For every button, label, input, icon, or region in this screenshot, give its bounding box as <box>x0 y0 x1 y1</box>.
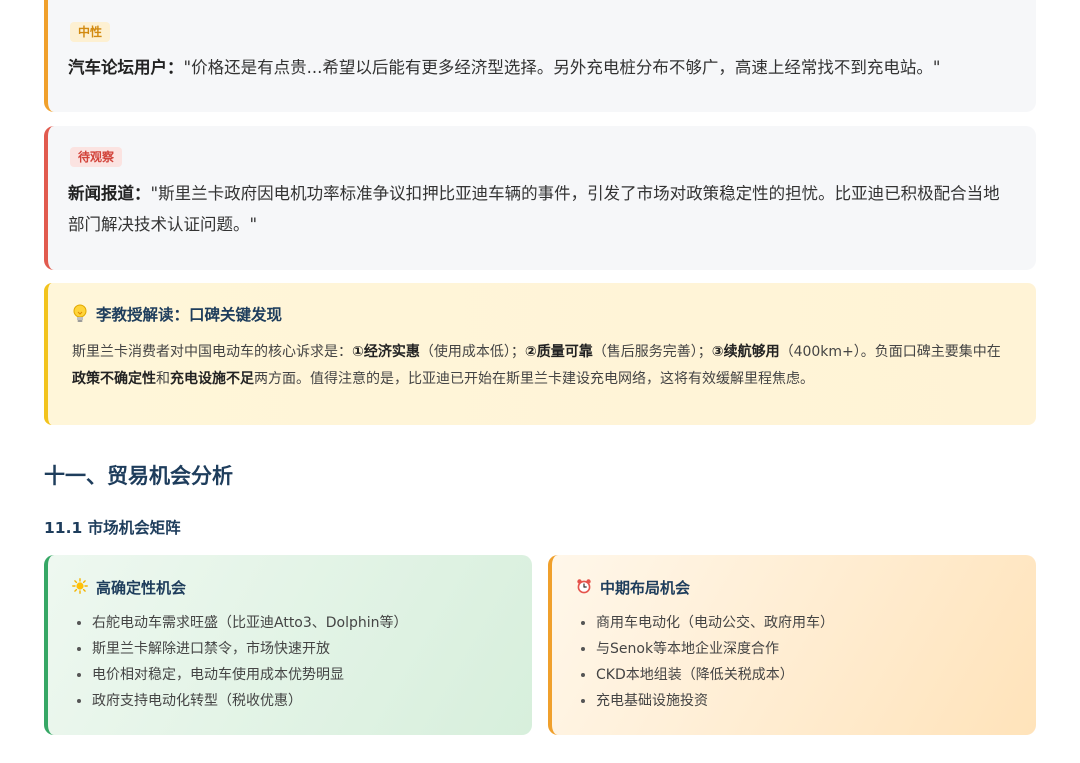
opportunity-title: 高确定性机会 <box>96 579 187 597</box>
list-item: 电价相对稳定，电动车使用成本优势明显 <box>92 662 408 688</box>
insight-keyword: 充电设施不足 <box>170 371 254 387</box>
insight-body: 斯里兰卡消费者对中国电动车的核心诉求是：①经济实惠（使用成本低）；②质量可靠（售… <box>72 339 1014 393</box>
sentiment-badge-neutral: 中性 <box>70 22 111 42</box>
list-item: 与Senok等本地企业深度合作 <box>596 636 834 662</box>
sentiment-badge-watch: 待观察 <box>70 147 123 167</box>
list-item: 政府支持电动化转型（税收优惠） <box>92 688 408 714</box>
list-item: 商用车电动化（电动公交、政府用车） <box>596 610 834 636</box>
insight-text: （售后服务完善）； <box>592 344 712 360</box>
insight-text: 和 <box>156 371 170 387</box>
quote-text: 汽车论坛用户："价格还是有点贵...希望以后能有更多经济型选择。另外充电桩分布不… <box>68 52 1014 83</box>
list-item: 斯里兰卡解除进口禁令，市场快速开放 <box>92 636 408 662</box>
insight-title: 李教授解读：口碑关键发现 <box>96 306 283 324</box>
insight-text: （使用成本低）； <box>419 344 525 360</box>
insight-keyword: 政策不确定性 <box>72 371 156 387</box>
opportunity-card-high: 高确定性机会 右舵电动车需求旺盛（比亚迪Atto3、Dolphin等） 斯里兰卡… <box>44 555 532 735</box>
insight-keyword: ①经济实惠 <box>352 344 420 360</box>
quote-source: 汽车论坛用户： <box>68 58 184 77</box>
quote-content: "价格还是有点贵...希望以后能有更多经济型选择。另外充电桩分布不够广，高速上经… <box>183 58 941 77</box>
opportunity-header: 高确定性机会 <box>72 577 186 598</box>
report-page: 中性 汽车论坛用户："价格还是有点贵...希望以后能有更多经济型选择。另外充电桩… <box>0 0 1080 763</box>
opportunity-title: 中期布局机会 <box>600 579 691 597</box>
opportunity-list: 商用车电动化（电动公交、政府用车） 与Senok等本地企业深度合作 CKD本地组… <box>576 610 834 714</box>
alarm-clock-icon <box>576 578 592 598</box>
list-item: 充电基础设施投资 <box>596 688 834 714</box>
list-item: CKD本地组装（降低关税成本） <box>596 662 834 688</box>
insight-text: 斯里兰卡消费者对中国电动车的核心诉求是： <box>72 344 352 360</box>
quote-source: 新闻报道： <box>68 184 151 203</box>
section-subtitle: 11.1 市场机会矩阵 <box>44 519 181 537</box>
expert-insight-box: 李教授解读：口碑关键发现 斯里兰卡消费者对中国电动车的核心诉求是：①经济实惠（使… <box>44 283 1036 425</box>
opportunity-card-mid: 中期布局机会 商用车电动化（电动公交、政府用车） 与Senok等本地企业深度合作… <box>548 555 1036 735</box>
insight-text: （400km+）。负面口碑主要集中在 <box>779 344 1001 360</box>
quote-card-watch: 待观察 新闻报道："斯里兰卡政府因电机功率标准争议扣押比亚迪车辆的事件，引发了市… <box>44 126 1036 270</box>
quote-card-neutral: 中性 汽车论坛用户："价格还是有点贵...希望以后能有更多经济型选择。另外充电桩… <box>44 0 1036 112</box>
opportunity-list: 右舵电动车需求旺盛（比亚迪Atto3、Dolphin等） 斯里兰卡解除进口禁令，… <box>72 610 408 714</box>
insight-keyword: ③续航够用 <box>711 344 780 360</box>
section-title: 十一、贸易机会分析 <box>44 464 233 488</box>
insight-text: 两方面。值得注意的是，比亚迪已开始在斯里兰卡建设充电网络，这将有效缓解里程焦虑。 <box>254 371 814 387</box>
sun-icon <box>72 577 88 598</box>
insight-keyword: ②质量可靠 <box>524 344 593 360</box>
opportunity-header: 中期布局机会 <box>576 577 690 598</box>
lightbulb-icon <box>72 304 88 324</box>
quote-content: "斯里兰卡政府因电机功率标准争议扣押比亚迪车辆的事件，引发了市场对政策稳定性的担… <box>68 184 1000 234</box>
list-item: 右舵电动车需求旺盛（比亚迪Atto3、Dolphin等） <box>92 610 408 636</box>
quote-text: 新闻报道："斯里兰卡政府因电机功率标准争议扣押比亚迪车辆的事件，引发了市场对政策… <box>68 178 1014 240</box>
insight-header: 李教授解读：口碑关键发现 <box>72 303 282 325</box>
